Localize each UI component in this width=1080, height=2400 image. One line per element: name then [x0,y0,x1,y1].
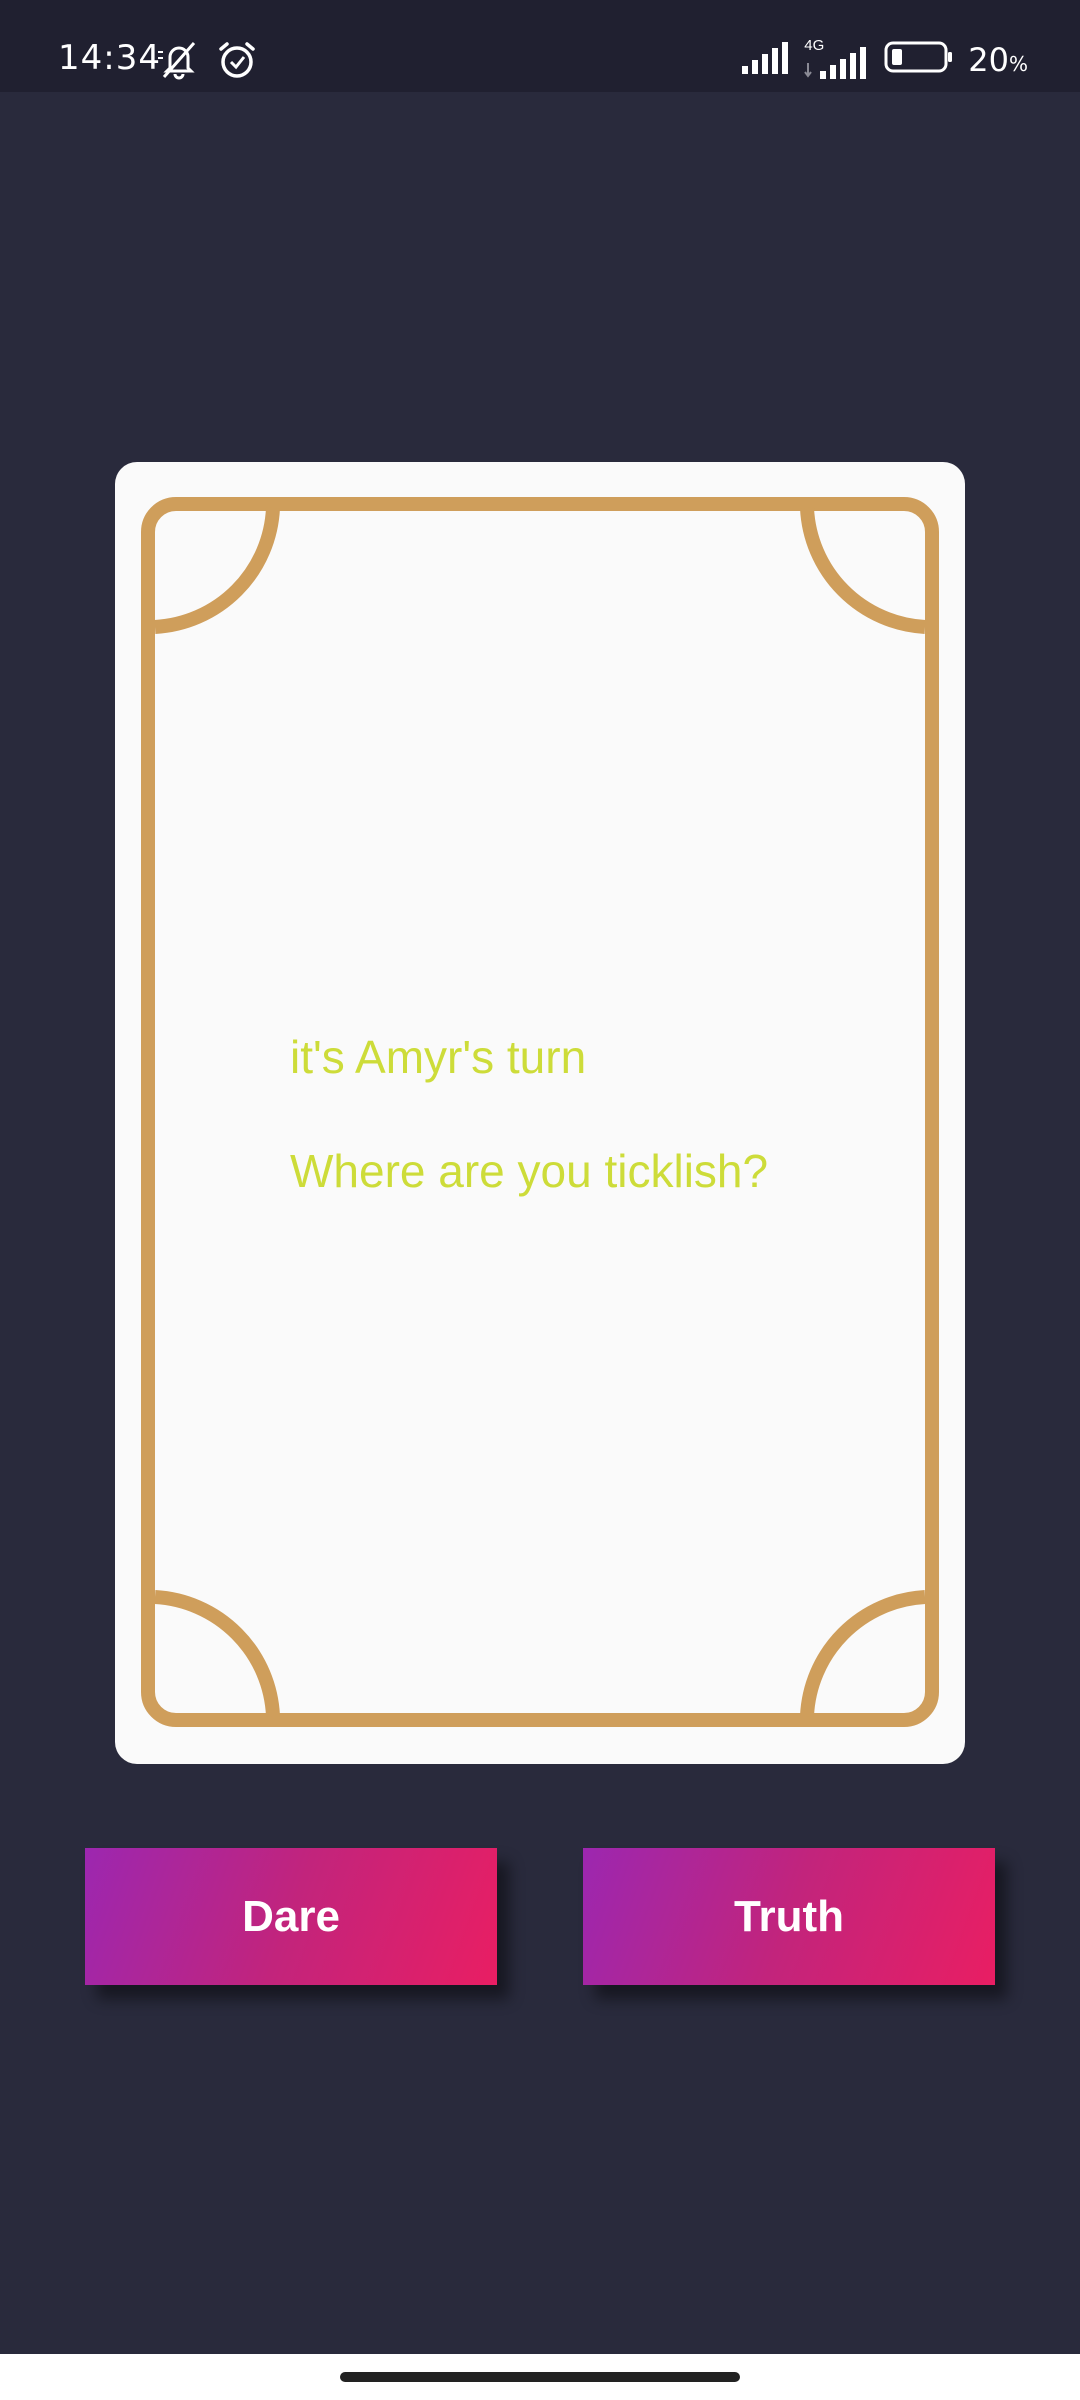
signal-icon [740,40,790,79]
battery-level: 20% [968,40,1028,79]
truth-or-dare-card: it's Amyr's turn Where are you ticklish? [115,462,965,1764]
question-text: Where are you ticklish? [290,1145,769,1197]
home-gesture-handle[interactable] [340,2372,740,2382]
battery-icon [884,40,954,79]
status-right-icons: 4G 20% [740,37,1028,79]
alarm-icon [216,39,258,86]
player-turn-text: it's Amyr's turn [290,1031,587,1083]
status-time: 14:34 [58,38,161,78]
dare-button[interactable]: Dare [85,1848,497,1985]
card-frame-decoration [141,497,939,1727]
navigation-bar [0,2354,1080,2400]
status-left-icons [156,38,258,87]
silent-bell-icon [156,38,202,87]
signal-4g-icon: 4G [804,37,870,79]
truth-button[interactable]: Truth [583,1848,995,1985]
status-bar: 14:34 4G 20% [0,0,1080,92]
